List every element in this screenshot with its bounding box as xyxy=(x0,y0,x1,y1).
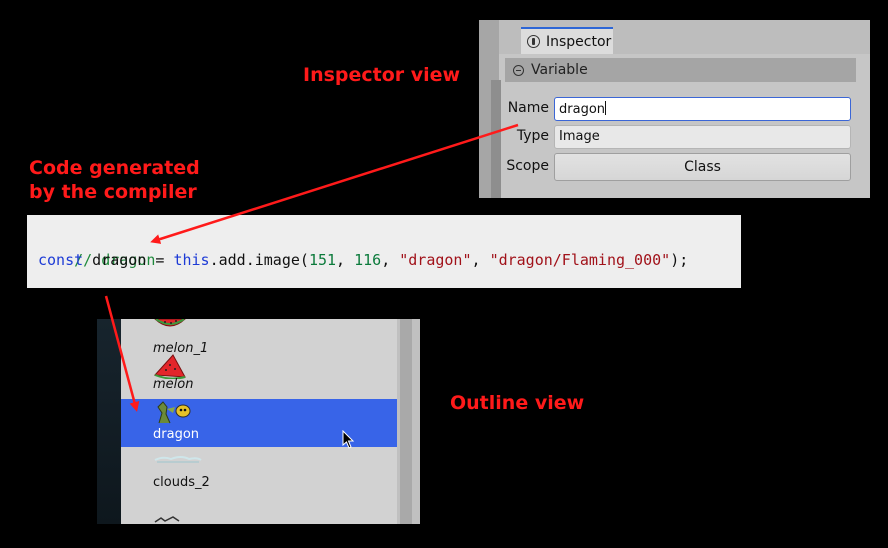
arrow-inspector-to-code xyxy=(150,123,519,244)
callout-arrows xyxy=(104,123,519,412)
arrow-code-to-outline xyxy=(104,295,140,412)
